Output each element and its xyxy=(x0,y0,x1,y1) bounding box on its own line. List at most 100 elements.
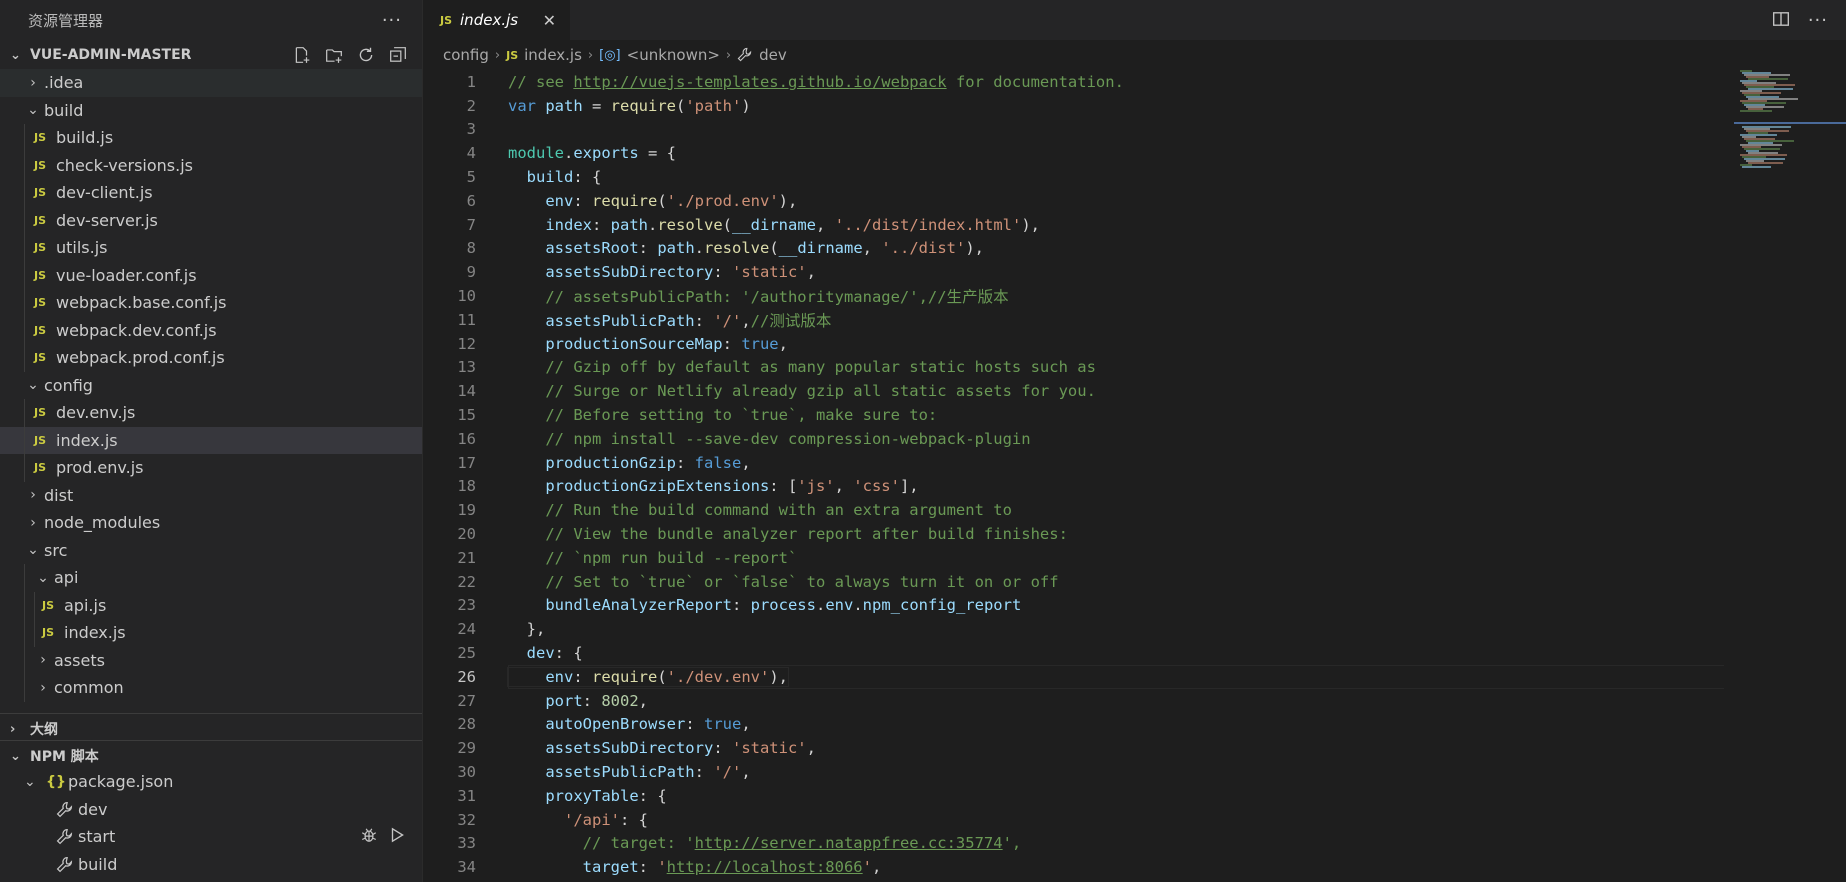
code-token: ), xyxy=(778,191,798,210)
more-actions-icon[interactable]: ··· xyxy=(1808,10,1828,32)
minimap-slider[interactable] xyxy=(1734,122,1846,124)
npm-script-build[interactable]: build xyxy=(0,851,422,879)
tree-file[interactable]: JS build.js xyxy=(0,124,422,152)
code-line[interactable]: 12 productionSourceMap: true, xyxy=(424,332,1724,356)
chevron-down-icon: ⌄ xyxy=(27,102,39,119)
run-icon[interactable] xyxy=(388,826,406,848)
more-actions-icon[interactable]: ··· xyxy=(382,10,402,31)
code-token: require xyxy=(610,96,676,115)
code-line[interactable]: 6 env: require('./prod.env'), xyxy=(424,189,1724,213)
breadcrumb-folder[interactable]: config xyxy=(443,46,489,64)
breadcrumb-leaf[interactable]: dev xyxy=(759,46,787,64)
tree-folder[interactable]: › .idea xyxy=(0,69,422,97)
tree-file[interactable]: JS prod.env.js xyxy=(0,454,422,482)
code-line[interactable]: 34 target: 'http://localhost:8066', xyxy=(424,855,1724,879)
tree-folder[interactable]: ⌄ build xyxy=(0,97,422,125)
code-line[interactable]: 21 // `npm run build --report` xyxy=(424,546,1724,570)
code-line[interactable]: 26 env: require('./dev.env'), xyxy=(424,664,1724,689)
tree-folder[interactable]: › assets xyxy=(0,646,422,674)
code-line[interactable]: 8 assetsRoot: path.resolve(__dirname, '.… xyxy=(424,237,1724,261)
code-token: : xyxy=(582,691,602,710)
npm-script-start[interactable]: start xyxy=(0,823,422,851)
breadcrumb-symbol[interactable]: <unknown> xyxy=(627,46,720,64)
indent-guide xyxy=(24,289,25,317)
code-line[interactable]: 7 index: path.resolve(__dirname, '../dis… xyxy=(424,213,1724,237)
code-line[interactable]: 33 // target: 'http://server.natappfree.… xyxy=(424,832,1724,856)
code-token: productionGzipExtensions xyxy=(545,477,770,496)
npm-package-item[interactable]: ⌄ {} package.json xyxy=(0,768,422,796)
code-line[interactable]: 29 assetsSubDirectory: 'static', xyxy=(424,736,1724,760)
tree-file[interactable]: JS utils.js xyxy=(0,234,422,262)
code-line[interactable]: 15 // Before setting to `true`, make sur… xyxy=(424,403,1724,427)
refresh-icon[interactable] xyxy=(356,45,376,65)
project-section-header[interactable]: ⌄ VUE-ADMIN-MASTER xyxy=(0,40,422,70)
code-line[interactable]: 14 // Surge or Netlify already gzip all … xyxy=(424,379,1724,403)
new-folder-icon[interactable] xyxy=(324,45,344,65)
code-token[interactable]: http://vuejs-templates.github.io/webpack xyxy=(573,73,946,91)
code-token[interactable]: http://server.natappfree.cc:35774 xyxy=(695,834,1003,852)
code-line[interactable]: 23 bundleAnalyzerReport: process.env.npm… xyxy=(424,594,1724,618)
collapse-all-icon[interactable] xyxy=(388,45,408,65)
tree-folder[interactable]: › node_modules xyxy=(0,509,422,537)
debug-icon[interactable] xyxy=(360,826,378,848)
code-line[interactable]: 13 // Gzip off by default as many popula… xyxy=(424,356,1724,380)
code-token: var xyxy=(508,96,546,115)
tree-file[interactable]: JS webpack.dev.conf.js xyxy=(0,316,422,344)
line-number: 13 xyxy=(457,358,476,377)
code-line[interactable]: 20 // View the bundle analyzer report af… xyxy=(424,522,1724,546)
line-number: 10 xyxy=(457,287,476,306)
code-line[interactable]: 22 // Set to `true` or `false` to always… xyxy=(424,570,1724,594)
code-token: , xyxy=(638,691,648,710)
code-line[interactable]: 16 // npm install --save-dev compression… xyxy=(424,427,1724,451)
tree-file[interactable]: JS index.js xyxy=(0,426,422,454)
code-line[interactable]: 3 xyxy=(424,118,1724,142)
code-editor[interactable]: 1 // see http://vuejs-templates.github.io… xyxy=(424,70,1724,882)
minimap[interactable] xyxy=(1734,70,1846,882)
indent-guide xyxy=(24,234,25,262)
code-token: 'static' xyxy=(731,263,807,282)
tree-folder[interactable]: › common xyxy=(0,674,422,702)
tree-file[interactable]: JS dev-client.js xyxy=(0,179,422,207)
code-line[interactable]: 11 assetsPublicPath: '/',//测试版本 xyxy=(424,308,1724,332)
tree-file[interactable]: JS check-versions.js xyxy=(0,151,422,179)
code-line[interactable]: 32 '/api': { xyxy=(424,808,1724,832)
code-line[interactable]: 30 assetsPublicPath: '/', xyxy=(424,760,1724,784)
breadcrumb-file[interactable]: index.js xyxy=(524,46,582,64)
code-line[interactable]: 19 // Run the build command with an extr… xyxy=(424,498,1724,522)
tree-item-label: api xyxy=(54,568,79,588)
code-line[interactable]: 24 }, xyxy=(424,617,1724,641)
code-line[interactable]: 18 productionGzipExtensions: ['js', 'css… xyxy=(424,475,1724,499)
code-line[interactable]: 31 proxyTable: { xyxy=(424,784,1724,808)
tree-folder[interactable]: ⌄ config xyxy=(0,372,422,400)
split-editor-icon[interactable] xyxy=(1772,10,1790,32)
tree-folder[interactable]: › dist xyxy=(0,482,422,510)
code-line[interactable]: 9 assetsSubDirectory: 'static', xyxy=(424,260,1724,284)
tree-file[interactable]: JS dev.env.js xyxy=(0,399,422,427)
code-line[interactable]: 28 autoOpenBrowser: true, xyxy=(424,713,1724,737)
code-line[interactable]: 10 // assetsPublicPath: '/authoritymanag… xyxy=(424,284,1724,308)
tree-folder[interactable]: ⌄ api xyxy=(0,564,422,592)
tree-file[interactable]: JS api.js xyxy=(0,591,422,619)
code-line[interactable]: 4 module.exports = { xyxy=(424,141,1724,165)
tree-file[interactable]: JS webpack.prod.conf.js xyxy=(0,344,422,372)
npm-script-dev[interactable]: dev xyxy=(0,796,422,824)
code-text: // Before setting to `true`, make sure t… xyxy=(508,406,937,424)
code-line[interactable]: 25 dev: { xyxy=(424,641,1724,665)
tree-file[interactable]: JS dev-server.js xyxy=(0,206,422,234)
code-line[interactable]: 1 // see http://vuejs-templates.github.io… xyxy=(424,70,1724,94)
code-line[interactable]: 2 var path = require('path') xyxy=(424,94,1724,118)
code-token[interactable]: http://localhost:8066 xyxy=(667,858,863,876)
code-line[interactable]: 27 port: 8002, xyxy=(424,689,1724,713)
code-line[interactable]: 5 build: { xyxy=(424,165,1724,189)
tree-file[interactable]: JS index.js xyxy=(0,619,422,647)
tree-file[interactable]: JS vue-loader.conf.js xyxy=(0,261,422,289)
npm-scripts-section-header[interactable]: ⌄ NPM 脚本 xyxy=(0,741,422,771)
tab-index-js[interactable]: JS index.js ✕ xyxy=(424,0,570,40)
tree-file[interactable]: JS webpack.base.conf.js xyxy=(0,289,422,317)
close-icon[interactable]: ✕ xyxy=(543,11,556,30)
new-file-icon[interactable] xyxy=(292,45,312,65)
tree-item-label: build xyxy=(44,100,84,120)
code-line[interactable]: 17 productionGzip: false, xyxy=(424,451,1724,475)
tree-folder[interactable]: ⌄ src xyxy=(0,537,422,565)
